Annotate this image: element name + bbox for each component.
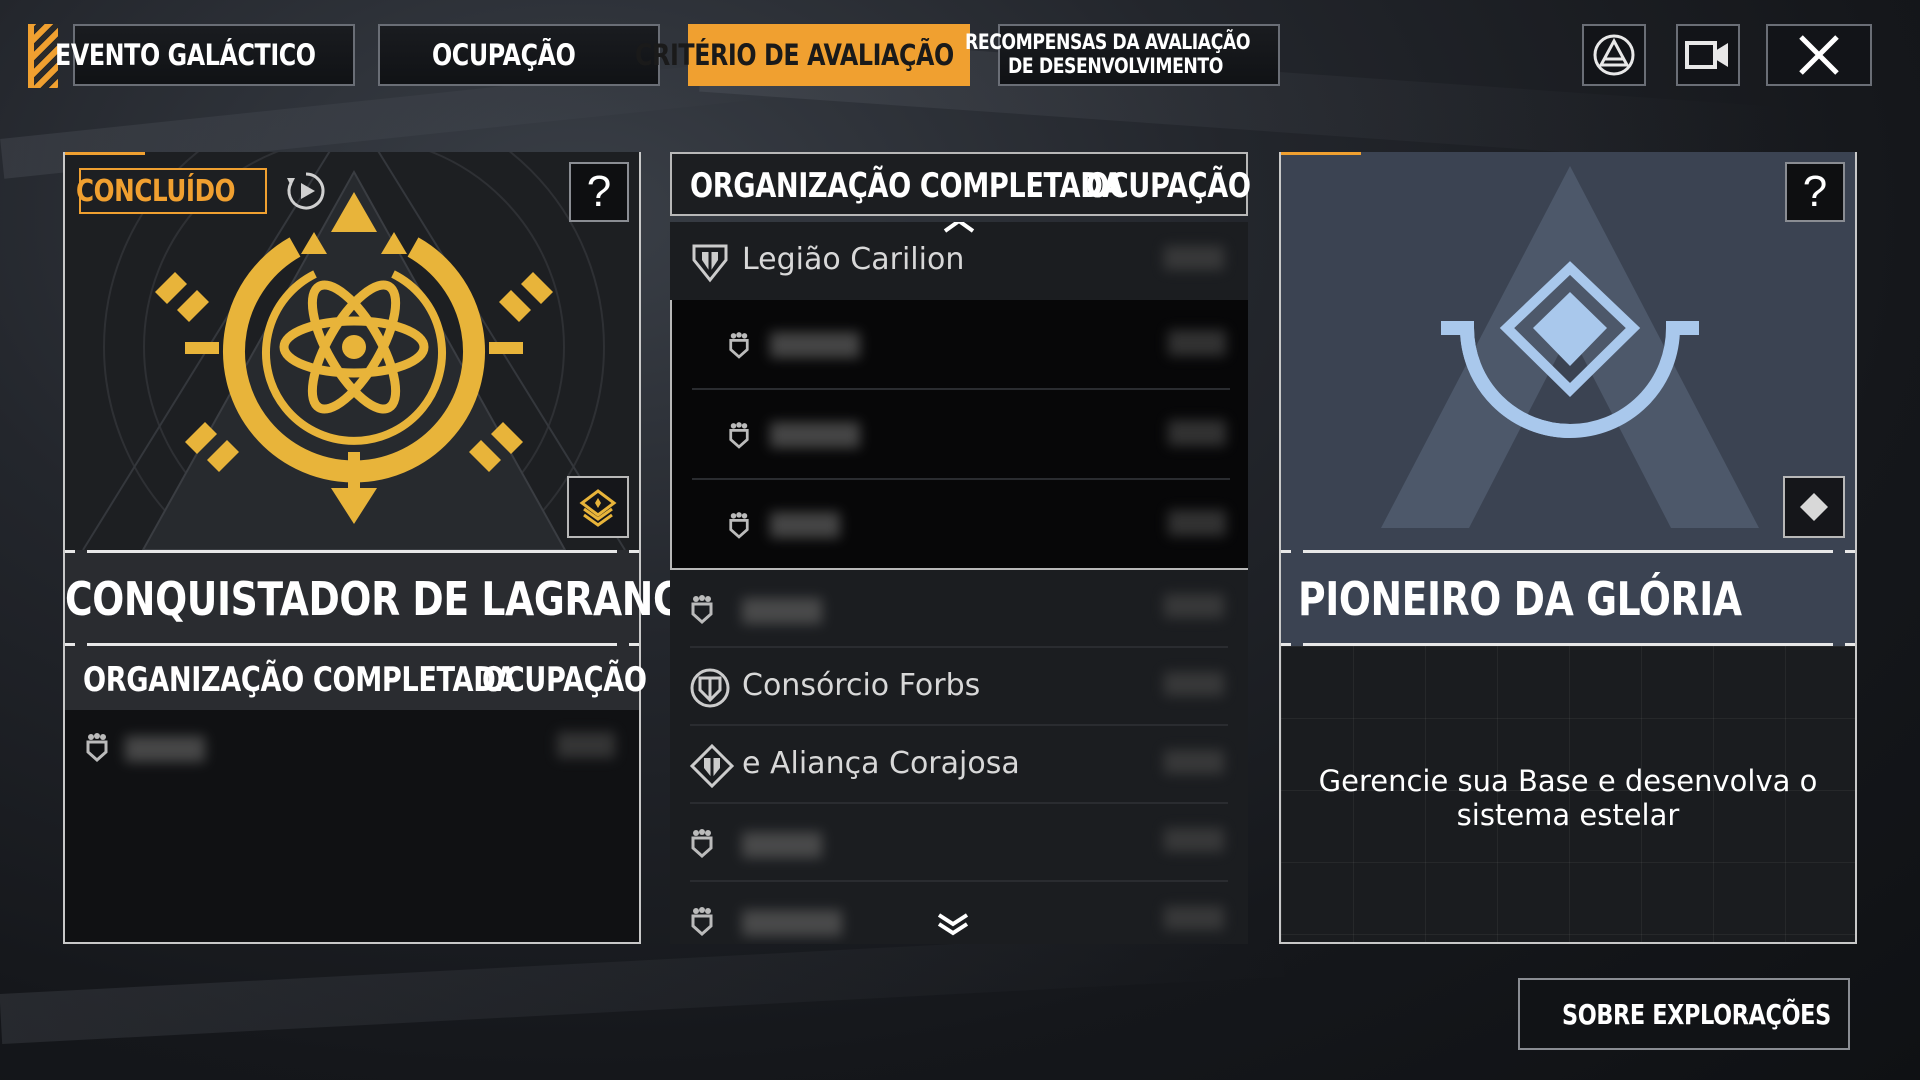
occupation-value xyxy=(1164,828,1224,852)
right-title-band: PIONEIRO DA GLÓRIA xyxy=(1281,550,1855,646)
list-item[interactable] xyxy=(672,390,1248,480)
mid-col-ocupacao-label: OCUPAÇÃO xyxy=(1086,166,1251,206)
right-card-accent xyxy=(1281,152,1361,155)
right-achievement-card: ? PIONEIRO DA GLÓRIA Gerencie sua Base e… xyxy=(1279,152,1857,944)
list-item[interactable]: Consórcio Forbs xyxy=(670,648,1248,726)
col-organizacao-label: ORGANIZAÇÃO COMPLETADA xyxy=(83,660,517,700)
list-item[interactable] xyxy=(670,570,1248,648)
topbar-accent xyxy=(28,24,58,88)
org-name: e Aliança Corajosa xyxy=(742,746,1020,781)
shield-icon xyxy=(729,512,749,539)
expanded-section xyxy=(670,300,1248,570)
replay-button[interactable] xyxy=(283,168,329,214)
rank-badge[interactable] xyxy=(567,476,629,538)
triangle-logo-icon xyxy=(1593,34,1635,76)
triangle-logo-button[interactable] xyxy=(1582,24,1646,86)
list-item[interactable] xyxy=(670,804,1248,882)
diamond-badge[interactable] xyxy=(1783,476,1845,538)
left-title-band: CONQUISTADOR DE LAGRANGE xyxy=(65,550,709,646)
occupation-value xyxy=(1164,750,1224,774)
shield-icon xyxy=(691,907,713,936)
list-item[interactable] xyxy=(672,300,1248,390)
col-ocupacao-label: OCUPAÇÃO xyxy=(482,660,647,700)
chevron-up-icon[interactable] xyxy=(942,222,976,236)
tab-ocupacao[interactable]: OCUPAÇÃO xyxy=(378,24,660,86)
diamond-icon xyxy=(1800,493,1828,521)
left-column-header: ORGANIZAÇÃO COMPLETADA OCUPAÇÃO xyxy=(65,646,647,710)
occupation-value xyxy=(1164,594,1224,618)
left-card-title: CONQUISTADOR DE LAGRANGE xyxy=(65,572,709,626)
middle-org-list[interactable]: Legião Carilion Consórcio Forbs e Alianç… xyxy=(670,222,1248,944)
replay-video-button[interactable] xyxy=(1676,24,1740,86)
shield-icon xyxy=(691,829,713,858)
close-button[interactable] xyxy=(1766,24,1872,86)
shield-icon xyxy=(691,595,713,624)
left-achievement-card: CONCLUÍDO ? CONQUISTADOR DE LAGRANGE ORG… xyxy=(63,152,709,944)
mid-col-organizacao-label: ORGANIZAÇÃO COMPLETADA xyxy=(690,166,1124,206)
rank-badge-icon xyxy=(579,489,617,527)
status-badge: CONCLUÍDO xyxy=(76,168,267,214)
emblem-area: CONCLUÍDO ? xyxy=(65,152,639,550)
right-card-title: PIONEIRO DA GLÓRIA xyxy=(1297,572,1742,626)
list-item[interactable]: e Aliança Corajosa xyxy=(670,726,1248,804)
chevron-down-icon[interactable] xyxy=(936,912,970,938)
close-icon xyxy=(1799,35,1839,75)
list-item[interactable] xyxy=(672,480,1248,568)
left-card-accent xyxy=(65,152,145,155)
middle-column-header: ORGANIZAÇÃO COMPLETADA OCUPAÇÃO xyxy=(670,152,1251,216)
occupation-value xyxy=(1164,246,1224,270)
right-help-button[interactable]: ? xyxy=(1785,162,1845,222)
shield-icon xyxy=(690,744,734,788)
shield-icon xyxy=(86,733,108,762)
shield-icon xyxy=(729,332,749,359)
occupation-value xyxy=(1164,906,1224,930)
about-explorations-button[interactable]: SOBRE EXPLORAÇÕES xyxy=(1518,978,1850,1050)
shield-icon xyxy=(692,244,728,283)
shield-icon xyxy=(690,668,730,708)
tab-evento-galactico[interactable]: EVENTO GALÁCTICO xyxy=(55,24,355,86)
occupation-value xyxy=(1164,672,1224,696)
list-item[interactable] xyxy=(65,710,639,788)
video-camera-icon xyxy=(1685,41,1728,69)
tab-recompensas-avaliacao[interactable]: RECOMPENSAS DA AVALIAÇÃO DE DESENVOLVIME… xyxy=(965,24,1280,86)
shield-icon xyxy=(729,422,749,449)
org-name: Legião Carilion xyxy=(742,242,965,277)
org-name: Consórcio Forbs xyxy=(742,668,981,703)
left-help-button[interactable]: ? xyxy=(569,162,629,222)
pioneer-emblem-icon xyxy=(1381,166,1759,528)
replay-icon xyxy=(287,172,325,210)
left-org-list xyxy=(65,710,639,942)
emblem-area: ? xyxy=(1281,152,1855,550)
tab-criterio-avaliacao[interactable]: CRITÉRIO DE AVALIAÇÃO xyxy=(635,24,970,86)
right-card-description: Gerencie sua Base e desenvolva o sistema… xyxy=(1318,764,1818,833)
